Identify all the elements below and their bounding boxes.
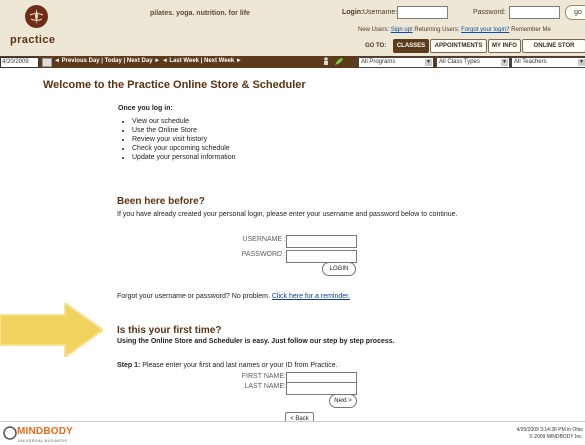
class-types-dropdown-icon: ▼: [501, 59, 508, 66]
teachers-dropdown-icon: ▼: [578, 59, 585, 66]
teachers-select[interactable]: All Teachers ▼: [511, 57, 585, 68]
yellow-arrow-icon: [0, 303, 103, 357]
tab-classes[interactable]: CLASSES: [393, 39, 429, 53]
mindbody-logo[interactable]: MINDBODY UNIVERSAL BUSINESS: [3, 425, 93, 443]
forgot-login-link[interactable]: Forgot your login?: [461, 27, 509, 33]
login-username-label: USERNAME :: [242, 236, 286, 243]
benefit-item: Update your personal information: [132, 153, 236, 162]
been-here-heading: Been here before?: [117, 196, 205, 207]
login-username-input[interactable]: [286, 235, 357, 248]
tagline: pilates. yoga. nutrition. for life: [150, 10, 250, 17]
mindbody-logo-icon: [3, 426, 17, 440]
date-navigation-bar: 4/20/2009 ◄ Previous Day | Today | Next …: [0, 56, 585, 68]
teachers-value: All Teachers: [514, 59, 547, 65]
tab-my-info[interactable]: MY INFO: [488, 39, 521, 53]
header: practice pilates. yoga. nutrition. for l…: [0, 0, 585, 57]
page: practice pilates. yoga. nutrition. for l…: [0, 0, 585, 445]
footer-meta: 4/20/2009 3:14:36 PM in Ohio © 2009 MIND…: [517, 427, 583, 441]
forgot-password-row: Forgot your username or password? No pro…: [117, 292, 417, 301]
signup-link[interactable]: Sign up!: [391, 27, 413, 33]
top-password-input[interactable]: [509, 6, 560, 19]
timestamp: 4/20/2009 3:14:36 PM in Ohio: [516, 427, 583, 433]
goto-label: GO TO:: [365, 43, 387, 49]
practice-logo[interactable]: practice: [10, 5, 66, 51]
goto-tabs: GO TO: CLASSES APPOINTMENTS MY INFO ONLI…: [365, 39, 585, 54]
tab-online-store[interactable]: ONLINE STOR: [522, 39, 585, 53]
top-login-row: Login: Username: Password: go: [342, 5, 585, 23]
tab-appointments[interactable]: APPOINTMENTS: [430, 39, 487, 53]
first-name-label: FIRST NAME:: [241, 373, 286, 380]
benefit-item: Use the Online Store: [132, 126, 236, 135]
step-label: Step 1:: [117, 362, 141, 369]
step-row: Step 1: Please enter your first and last…: [117, 361, 457, 370]
footer: MINDBODY UNIVERSAL BUSINESS 4/20/2009 3:…: [0, 421, 585, 445]
username-label: Username:: [363, 9, 398, 16]
benefits-list: View our schedule Use the Online Store R…: [118, 117, 236, 162]
person-icon[interactable]: [322, 57, 332, 66]
benefit-item: Check your upcoming schedule: [132, 144, 236, 153]
page-title: Welcome to the Practice Online Store & S…: [43, 79, 306, 91]
login-label: Login:: [342, 9, 364, 16]
benefit-item: View our schedule: [132, 117, 236, 126]
returning-users-text: Returning Users:: [414, 27, 460, 33]
new-users-text: New Users:: [358, 27, 390, 33]
top-username-input[interactable]: [397, 6, 448, 19]
logo-mark-icon: [25, 5, 48, 28]
class-types-value: All Class Types: [439, 59, 480, 65]
benefit-item: Review your visit history: [132, 135, 236, 144]
date-field[interactable]: 4/20/2009: [0, 57, 39, 68]
first-time-heading: Is this your first time?: [117, 325, 222, 336]
copyright: © 2009 MINDBODY Inc.: [529, 434, 583, 440]
programs-select[interactable]: All Programs ▼: [358, 57, 434, 68]
password-label: Password:: [473, 9, 506, 16]
been-here-paragraph: If you have already created your persona…: [117, 211, 458, 218]
last-name-label: LAST NAME:: [244, 383, 287, 390]
go-button[interactable]: go: [565, 5, 585, 20]
programs-value: All Programs: [361, 59, 396, 65]
calendar-icon[interactable]: [42, 58, 52, 67]
date-nav-links[interactable]: ◄ Previous Day | Today | Next Day ► ◄ La…: [54, 58, 242, 64]
programs-dropdown-icon: ▼: [425, 59, 432, 66]
new-users-row: New Users: Sign up! Returning Users: For…: [358, 27, 551, 33]
once-logged-in-label: Once you log in:: [118, 105, 173, 112]
remember-me-label[interactable]: Remember Me: [511, 27, 551, 33]
next-button[interactable]: Next >: [329, 394, 357, 408]
login-button[interactable]: LOGIN: [322, 262, 356, 276]
first-time-subheading: Using the Online Store and Scheduler is …: [117, 338, 395, 345]
login-password-label: PASSWORD :: [241, 251, 286, 258]
step-instruction: Please enter your first and last names o…: [142, 362, 338, 369]
class-types-select[interactable]: All Class Types ▼: [436, 57, 510, 68]
leaf-icon[interactable]: [334, 57, 344, 66]
mindbody-logo-text: MINDBODY: [17, 426, 74, 437]
mindbody-logo-subtext: UNIVERSAL BUSINESS: [18, 438, 68, 443]
reminder-link[interactable]: Click here for a reminder.: [272, 293, 350, 300]
forgot-password-text: Forgot your username or password? No pro…: [117, 293, 270, 300]
brand-name: practice: [10, 34, 56, 46]
